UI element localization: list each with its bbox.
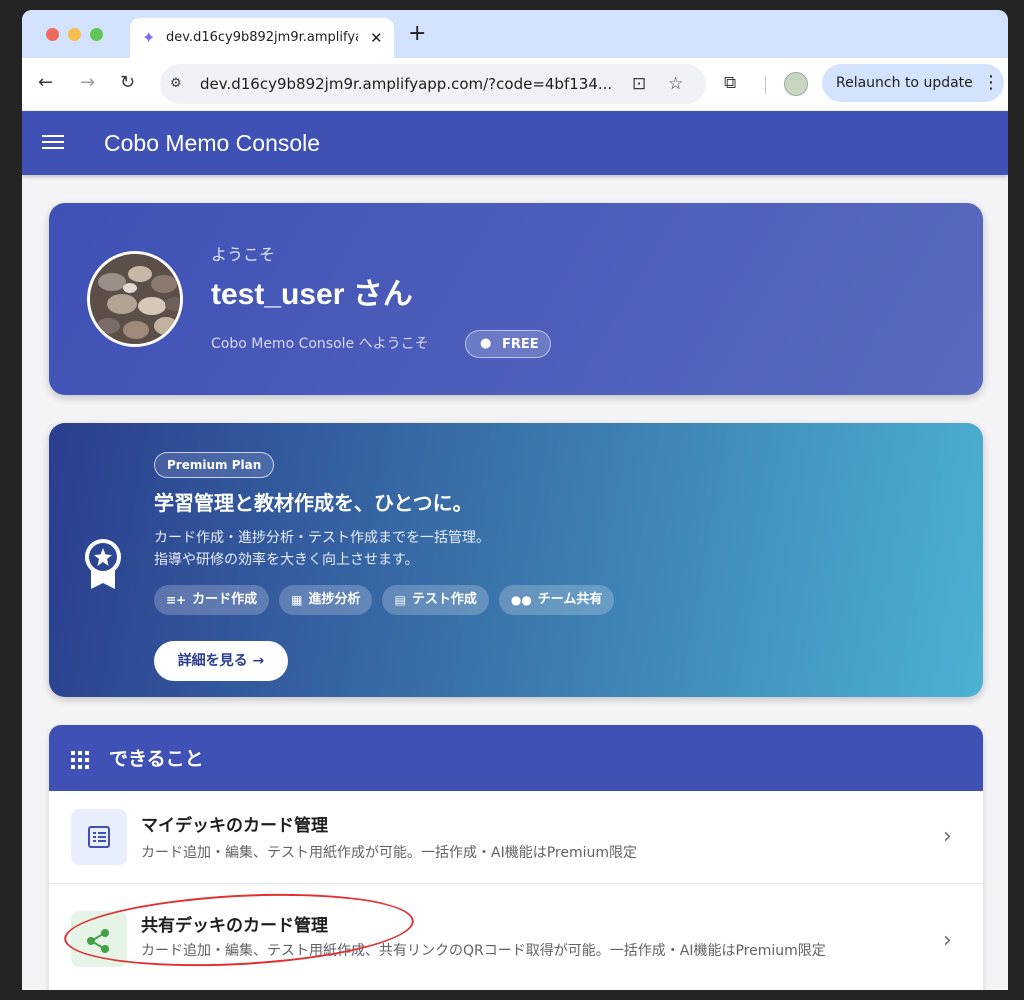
chip-test-create: ▤ テスト作成 bbox=[382, 585, 489, 615]
view-details-button[interactable]: 詳細を見る → bbox=[154, 641, 288, 681]
app-bar: Cobo Memo Console bbox=[22, 111, 1008, 175]
chip-label: カード作成 bbox=[192, 592, 258, 607]
tab-strip: ✦ dev.d16cy9b892jm9r.amplifyapp.com ✕ + bbox=[22, 10, 1008, 58]
minimize-window-button[interactable] bbox=[68, 28, 81, 41]
welcome-subtitle: Cobo Memo Console へようこそ bbox=[211, 336, 429, 352]
capabilities-title: できること bbox=[109, 748, 204, 770]
address-bar[interactable]: ⚙ dev.d16cy9b892jm9r.amplifyapp.com/?cod… bbox=[160, 64, 706, 104]
browser-toolbar: ← → ↻ ⚙ dev.d16cy9b892jm9r.amplifyapp.co… bbox=[22, 58, 1008, 110]
browser-window: ✦ dev.d16cy9b892jm9r.amplifyapp.com ✕ + … bbox=[22, 10, 1008, 990]
feature-chips: ≡+ カード作成 ▦ 進捗分析 ▤ テスト作成 ●● チーム共有 bbox=[154, 585, 615, 615]
avatar bbox=[87, 251, 183, 347]
hamburger-menu-icon[interactable] bbox=[42, 131, 64, 155]
playlist-add-icon: ≡+ bbox=[166, 593, 187, 607]
award-ribbon-icon bbox=[85, 539, 121, 589]
capability-title: マイデッキのカード管理 bbox=[141, 816, 328, 836]
chip-label: チーム共有 bbox=[537, 592, 603, 607]
chip-label: 進捗分析 bbox=[308, 592, 361, 607]
plan-badge: ● FREE bbox=[465, 330, 551, 358]
reload-icon[interactable]: ↻ bbox=[120, 72, 135, 94]
bookmark-star-icon[interactable]: ☆ bbox=[668, 73, 683, 95]
chevron-right-icon: › bbox=[943, 824, 952, 849]
profile-avatar[interactable] bbox=[784, 72, 808, 96]
premium-desc-line: 指導や研修の効率を大きく向上させます。 bbox=[154, 552, 419, 568]
new-tab-button[interactable]: + bbox=[408, 22, 426, 46]
capability-description: カード追加・編集、テスト用紙作成が可能。一括作成・AI機能はPremium限定 bbox=[141, 845, 638, 861]
close-window-button[interactable] bbox=[46, 28, 59, 41]
capability-my-deck[interactable]: マイデッキのカード管理 カード追加・編集、テスト用紙作成が可能。一括作成・AI機… bbox=[49, 791, 983, 884]
clipboard-icon: ▤ bbox=[394, 593, 406, 607]
browser-tab[interactable]: ✦ dev.d16cy9b892jm9r.amplifyapp.com ✕ bbox=[130, 18, 394, 58]
plan-badge-label: FREE bbox=[502, 337, 539, 352]
username-heading: test_user さん bbox=[211, 278, 413, 311]
chevron-right-icon: › bbox=[943, 928, 952, 953]
greeting-text: ようこそ bbox=[211, 245, 276, 264]
more-menu-icon[interactable]: ⋮ bbox=[982, 72, 1000, 94]
apps-grid-icon bbox=[71, 751, 89, 769]
search-tabs-icon[interactable]: ⧉ bbox=[724, 71, 736, 95]
group-icon: ●● bbox=[510, 593, 532, 607]
app-title: Cobo Memo Console bbox=[104, 130, 321, 156]
relaunch-label: Relaunch to update bbox=[836, 75, 973, 91]
maximize-window-button[interactable] bbox=[90, 28, 103, 41]
capabilities-header: できること bbox=[49, 725, 983, 791]
site-info-icon[interactable]: ⚙ bbox=[170, 76, 188, 92]
chip-progress-analysis: ▦ 進捗分析 bbox=[279, 585, 373, 615]
person-icon: ● bbox=[480, 336, 492, 351]
welcome-card: ようこそ test_user さん Cobo Memo Console へようこ… bbox=[49, 203, 983, 395]
chip-label: テスト作成 bbox=[411, 592, 477, 607]
sparkle-icon: ✦ bbox=[142, 28, 156, 47]
tab-title: dev.d16cy9b892jm9r.amplifyapp.com bbox=[166, 30, 358, 45]
back-icon[interactable]: ← bbox=[38, 72, 53, 94]
bar-chart-icon: ▦ bbox=[291, 593, 303, 607]
list-alt-icon bbox=[71, 809, 127, 865]
install-app-icon[interactable]: ⊡ bbox=[632, 73, 646, 95]
premium-plan-badge: Premium Plan bbox=[154, 452, 275, 478]
url-text[interactable]: dev.d16cy9b892jm9r.amplifyapp.com/?code=… bbox=[200, 75, 620, 93]
premium-banner: Premium Plan 学習管理と教材作成を、ひとつに。 カード作成・進捗分析… bbox=[49, 423, 983, 697]
forward-icon[interactable]: → bbox=[80, 72, 95, 94]
chip-card-create: ≡+ カード作成 bbox=[154, 585, 270, 615]
premium-description: カード作成・進捗分析・テスト作成までを一括管理。 指導や研修の効率を大きく向上さ… bbox=[154, 527, 490, 571]
premium-desc-line: カード作成・進捗分析・テスト作成までを一括管理。 bbox=[154, 530, 490, 546]
close-tab-icon[interactable]: ✕ bbox=[370, 28, 383, 48]
toolbar-divider bbox=[765, 76, 766, 94]
chip-team-share: ●● チーム共有 bbox=[498, 585, 615, 615]
relaunch-button[interactable]: Relaunch to update ⋮ bbox=[822, 64, 1004, 102]
premium-headline: 学習管理と教材作成を、ひとつに。 bbox=[154, 493, 473, 515]
